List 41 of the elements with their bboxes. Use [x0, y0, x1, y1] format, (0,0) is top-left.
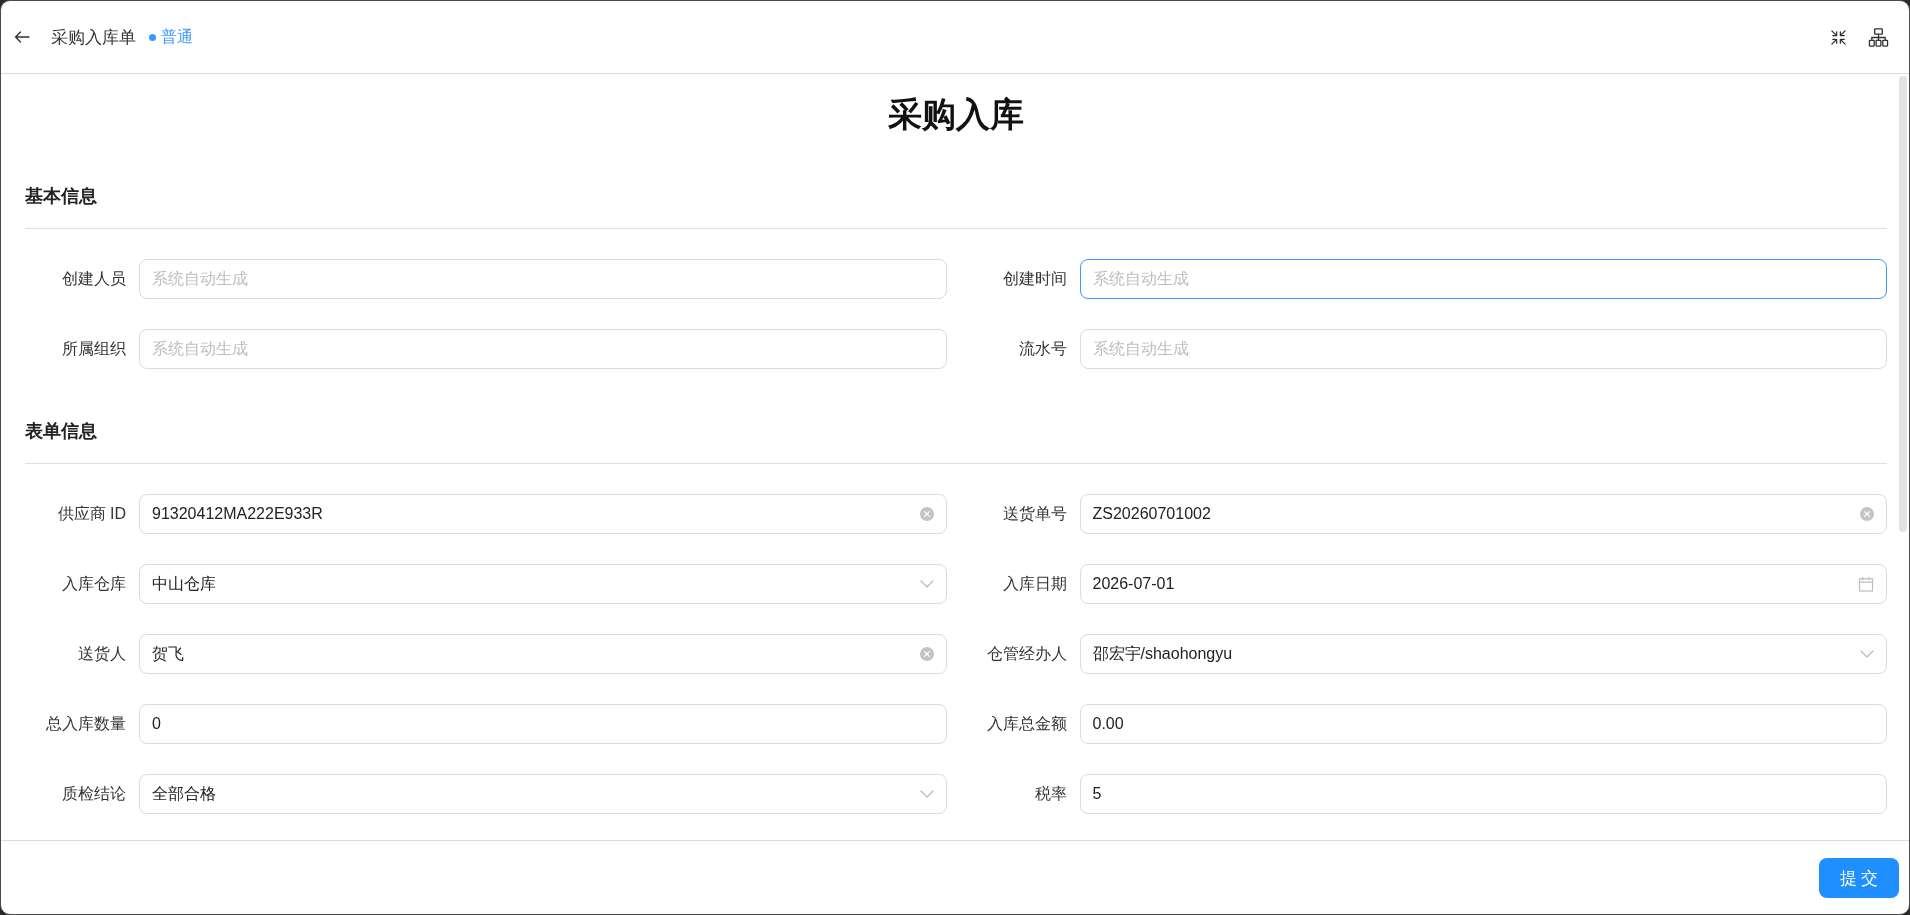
input-field[interactable]: 贺飞	[139, 634, 947, 674]
field-label: 入库总金额	[985, 713, 1067, 734]
field-label: 送货单号	[1001, 503, 1067, 524]
field-label: 所属组织	[61, 338, 126, 359]
hierarchy-icon[interactable]	[1868, 27, 1889, 47]
select-field[interactable]: 邵宏宇/shaohongyu	[1079, 634, 1887, 674]
input-field[interactable]: 5	[1079, 774, 1887, 814]
chevron-down-icon	[919, 580, 934, 588]
date-field[interactable]: 2026-07-01	[1079, 564, 1887, 604]
clear-icon[interactable]	[919, 507, 934, 521]
calendar-icon[interactable]	[1858, 576, 1874, 592]
clear-icon[interactable]	[919, 647, 934, 661]
input-field[interactable]: 0.00	[1079, 704, 1887, 744]
field-label: 流水号	[1017, 338, 1067, 359]
input-field[interactable]: 91320412MA222E933R	[139, 494, 947, 534]
status-dot-icon	[149, 33, 156, 41]
back-arrow-icon[interactable]	[14, 29, 30, 45]
field-label: 税率	[1033, 783, 1067, 804]
section-title: 表单信息	[25, 421, 97, 441]
input-field[interactable]: ZS20260701002	[1079, 494, 1887, 534]
chevron-down-icon	[919, 790, 934, 798]
select-field[interactable]: 全部合格	[139, 774, 947, 814]
form-title: 采购入库	[887, 94, 1025, 134]
field-label: 创建人员	[61, 268, 126, 289]
field-label: 创建时间	[1001, 268, 1067, 289]
chevron-down-icon	[1860, 650, 1874, 658]
page-title: 采购入库单	[51, 26, 136, 49]
clear-icon[interactable]	[1860, 507, 1874, 521]
status-label: 普通	[161, 26, 193, 47]
field-label: 仓管经办人	[985, 643, 1067, 664]
select-field[interactable]: 中山仓库	[139, 564, 947, 604]
section-title: 基本信息	[25, 186, 97, 206]
field-label: 入库仓库	[61, 573, 126, 594]
field-label: 送货人	[77, 643, 126, 664]
field-label: 总入库数量	[45, 713, 126, 734]
field-label: 供应商 ID	[56, 503, 126, 524]
input-field[interactable]: 0	[139, 704, 947, 744]
field-label: 入库日期	[1001, 573, 1067, 594]
scrollbar-thumb[interactable]	[1899, 76, 1907, 532]
field-label: 质检结论	[61, 783, 126, 804]
collapse-arrows-icon[interactable]	[1830, 28, 1847, 46]
